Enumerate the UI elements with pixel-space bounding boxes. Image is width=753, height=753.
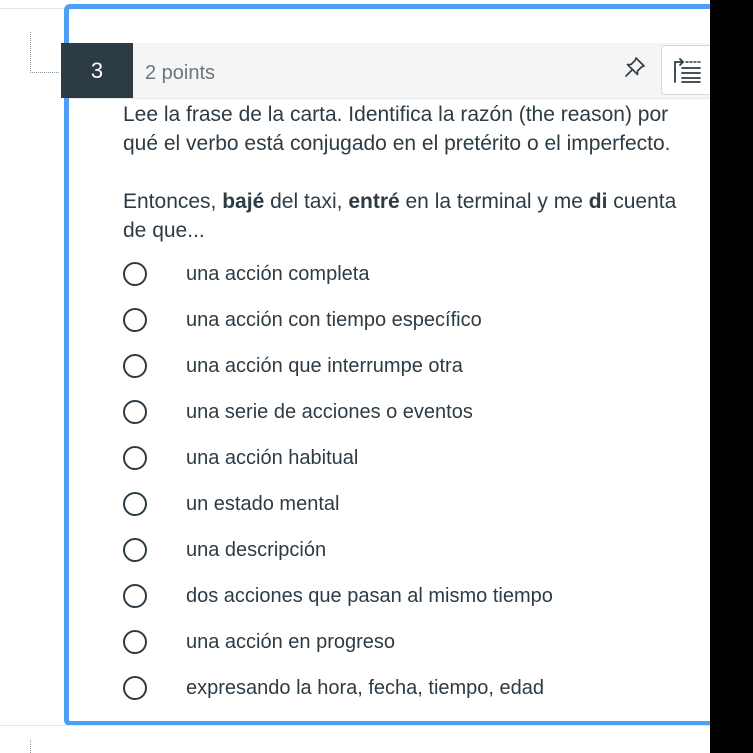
question-card: 3 2 points Lee la frase de la carta. Ide…: [61, 4, 724, 726]
sentence-line-2: de que...: [123, 219, 205, 242]
verb-entré: entré: [348, 190, 400, 213]
answer-option[interactable]: una acción que interrumpe otra: [123, 343, 723, 389]
dotted-connector: [30, 32, 59, 73]
answer-label[interactable]: dos acciones que pasan al mismo tiempo: [186, 585, 553, 608]
answer-option[interactable]: expresando la hora, fecha, tiempo, edad: [123, 665, 723, 711]
radio-button[interactable]: [123, 492, 147, 516]
sentence-part-4: cuenta: [607, 190, 677, 213]
dotted-connector-bottom: [30, 740, 32, 753]
answer-option[interactable]: un estado mental: [123, 481, 723, 527]
radio-button[interactable]: [123, 446, 147, 470]
radio-button[interactable]: [123, 584, 147, 608]
sentence-part-1: Entonces,: [123, 190, 223, 213]
answer-label[interactable]: una acción completa: [186, 263, 369, 286]
answer-label[interactable]: una acción que interrumpe otra: [186, 355, 463, 378]
verb-di: di: [588, 190, 608, 213]
radio-button[interactable]: [123, 354, 147, 378]
quiz-page: 3 2 points Lee la frase de la carta. Ide…: [0, 0, 753, 753]
screen-edge: [710, 0, 753, 753]
sentence-part-3: en la terminal y me: [399, 190, 589, 213]
sentence-line-1: Entonces, bajé del taxi, entré en la ter…: [123, 187, 723, 216]
radio-button[interactable]: [123, 676, 147, 700]
question-number: 3: [90, 57, 104, 83]
answer-list: una acción completa una acción con tiemp…: [123, 251, 723, 711]
radio-button[interactable]: [123, 538, 147, 562]
radio-button[interactable]: [123, 262, 147, 286]
answer-label[interactable]: expresando la hora, fecha, tiempo, edad: [186, 677, 544, 700]
sentence-part-2: del taxi,: [264, 190, 349, 213]
question-prompt: Lee la frase de la carta. Identifica la …: [123, 100, 723, 245]
answer-label[interactable]: un estado mental: [186, 493, 339, 516]
prompt-line-2: qué el verbo está conjugado en el pretér…: [123, 132, 671, 155]
radio-button[interactable]: [123, 630, 147, 654]
question-header: 3 2 points: [61, 43, 724, 99]
divider-bottom: [0, 725, 710, 726]
prompt-line-1: Lee la frase de la carta. Identifica la …: [123, 103, 669, 126]
answer-label[interactable]: una acción en progreso: [186, 631, 395, 654]
answer-option[interactable]: una acción completa: [123, 251, 723, 297]
answer-label[interactable]: una acción con tiempo específico: [186, 309, 482, 332]
answer-option[interactable]: una acción con tiempo específico: [123, 297, 723, 343]
pin-icon[interactable]: [623, 55, 647, 79]
answer-label[interactable]: una serie de acciones o eventos: [186, 401, 473, 424]
question-points: 2 points: [145, 62, 216, 84]
answer-option[interactable]: dos acciones que pasan al mismo tiempo: [123, 573, 723, 619]
divider-top: [0, 8, 64, 9]
radio-button[interactable]: [123, 308, 147, 332]
question-list-button[interactable]: [661, 45, 717, 95]
answer-option[interactable]: una descripción: [123, 527, 723, 573]
answer-label[interactable]: una acción habitual: [186, 447, 358, 470]
answer-option[interactable]: una acción habitual: [123, 435, 723, 481]
radio-button[interactable]: [123, 400, 147, 424]
answer-label[interactable]: una descripción: [186, 539, 326, 562]
answer-option[interactable]: una acción en progreso: [123, 619, 723, 665]
verb-bajé: bajé: [222, 190, 265, 213]
question-list-icon: [674, 58, 701, 83]
answer-option[interactable]: una serie de acciones o eventos: [123, 389, 723, 435]
question-number-badge: 3: [61, 43, 133, 98]
